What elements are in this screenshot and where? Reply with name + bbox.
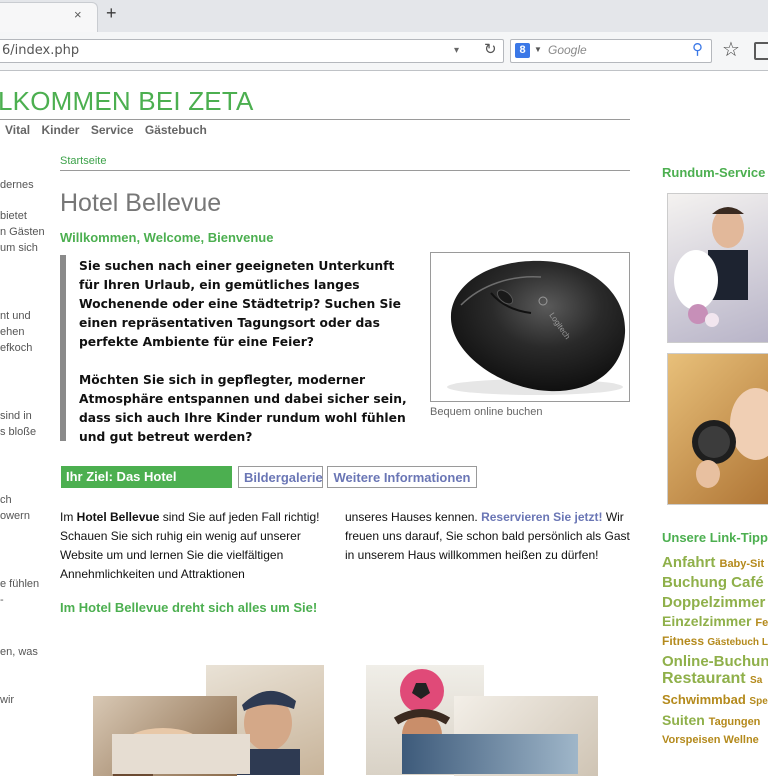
tag-cloud-row: Fitness Gästebuch L [662,634,768,648]
body-text: Im [60,510,77,524]
left-text-fragment: dernes [0,179,34,191]
new-tab-button[interactable]: + [106,3,117,24]
nav-item-gaestebuch[interactable]: Gästebuch [145,123,207,137]
body-text-column-2: unseres Hauses kennen. Reservieren Sie j… [345,508,630,565]
header-divider [0,119,630,120]
tag-cloud-row: Suiten Tagungen [662,712,760,728]
quote-paragraph-2: Möchten Sie sich in gepflegter, moderner… [79,373,407,444]
left-text-fragment: efkoch [0,342,33,354]
tag-link[interactable]: Spe [749,696,767,707]
tag-link[interactable]: Suiten [662,712,705,728]
tag-link[interactable]: Online-Buchun [662,653,768,670]
nav-item-kinder[interactable]: Kinder [41,123,79,137]
search-engine-icon[interactable]: 8 [515,43,530,58]
nav-item-service[interactable]: Service [91,123,134,137]
quote-accent-bar [60,255,66,441]
tag-cloud-row: Anfahrt Baby-Sit [662,554,764,571]
tag-link[interactable]: Tagungen [709,716,761,728]
left-text-fragment: - [0,594,4,606]
bookmark-star-icon[interactable]: ☆ [722,37,740,62]
tag-link[interactable]: Sa [750,675,762,686]
search-placeholder[interactable]: Google [548,43,587,57]
left-text-fragment: sind in [0,410,32,422]
photo-wedding[interactable] [667,193,768,343]
slogan: Im Hotel Bellevue dreht sich alles um Si… [60,600,318,615]
reserve-link[interactable]: Reservieren Sie jetzt! [481,510,602,524]
search-engine-dropdown-icon[interactable]: ▼ [534,45,542,54]
breadcrumb-divider [60,170,630,171]
photo-breakfast[interactable] [112,734,250,774]
service-heading: Rundum-Service [662,165,766,180]
bookmarks-menu-icon[interactable] [754,42,768,60]
tab-bildergalerie[interactable]: Bildergalerie [238,466,323,488]
hotel-name-bold: Hotel Bellevue [76,510,160,524]
page-title: Hotel Bellevue [60,189,222,217]
tag-cloud-row: Online-Buchun [662,653,768,670]
tag-cloud-row: Restaurant Sa [662,670,762,688]
left-text-fragment: s bloße [0,426,37,438]
site-title: LKOMMEN BEI ZETA [0,86,254,116]
top-navigation: Vital Kinder Service Gästebuch [5,123,215,137]
intro-quote: Sie suchen nach einer geeigneten Unterku… [79,257,407,466]
left-text-fragment: owern [0,510,30,522]
tag-cloud-row: Vorspeisen Wellne [662,734,759,746]
tag-link[interactable]: Fe [755,617,768,629]
left-text-fragment: nt und [0,310,31,322]
product-image[interactable]: Logitech [430,252,630,402]
left-text-fragment: n Gästen [0,226,45,238]
body-text: unseres Hauses kennen. [345,510,482,524]
body-text-column-1: Im Hotel Bellevue sind Sie auf jeden Fal… [60,508,345,584]
tag-link[interactable]: Gästebuch L [707,637,768,648]
url-text[interactable]: 6/index.php [2,43,79,58]
search-icon[interactable]: ⚲ [692,40,703,58]
tag-link[interactable]: Einzelzimmer [662,613,751,629]
tag-link[interactable]: Fitness [662,634,704,648]
reload-icon[interactable]: ↻ [484,40,497,58]
left-text-fragment: e fühlen [0,578,40,590]
quote-paragraph-1: Sie suchen nach einer geeigneten Unterku… [79,259,401,349]
wedding-couple-image [674,207,748,327]
tag-cloud-row: Buchung Café [662,574,764,591]
left-text-fragment: bietet [0,210,27,222]
photo-window[interactable] [402,734,578,774]
left-text-fragment: ch [0,494,12,506]
image-caption: Bequem online buchen [430,406,543,418]
tag-link[interactable]: Baby-Sit [720,558,765,570]
tag-cloud-row: Doppelzimmer [662,594,765,611]
close-tab-icon[interactable]: × [74,7,82,22]
tag-cloud-row: Schwimmbad Spe [662,692,768,707]
tag-link[interactable]: Doppelzimmer [662,594,765,611]
tag-link[interactable]: Schwimmbad [662,692,746,707]
tag-link[interactable]: Restaurant [662,670,746,687]
breadcrumb[interactable]: Startseite [60,155,106,167]
tab-hotel-bellevue[interactable]: Ihr Ziel: Das Hotel Bellevue [61,466,232,506]
tab-weitere-informationen[interactable]: Weitere Informationen [327,466,477,488]
left-text-fragment: en, was [0,646,38,658]
welcome-subtitle: Willkommen, Welcome, Bienvenue [60,230,274,245]
computer-mouse-image: Logitech [447,260,626,395]
tag-cloud-row: Einzelzimmer Fe [662,613,768,629]
link-tips-heading: Unsere Link-Tipp [662,530,768,545]
browser-tab[interactable] [0,2,98,33]
left-text-fragment: wir [0,694,15,706]
tag-link[interactable]: Buchung Café [662,574,764,591]
url-history-dropdown-icon[interactable]: ▾ [454,45,459,56]
nav-item-vital[interactable]: Vital [5,123,30,137]
tag-link[interactable]: Vorspeisen Wellne [662,734,759,746]
tag-link[interactable]: Anfahrt [662,554,715,571]
woman-with-mirror-image [692,388,768,488]
left-text-fragment: um sich [0,242,38,254]
photo-woman-mirror[interactable] [667,353,768,505]
left-text-fragment: ehen [0,326,25,338]
